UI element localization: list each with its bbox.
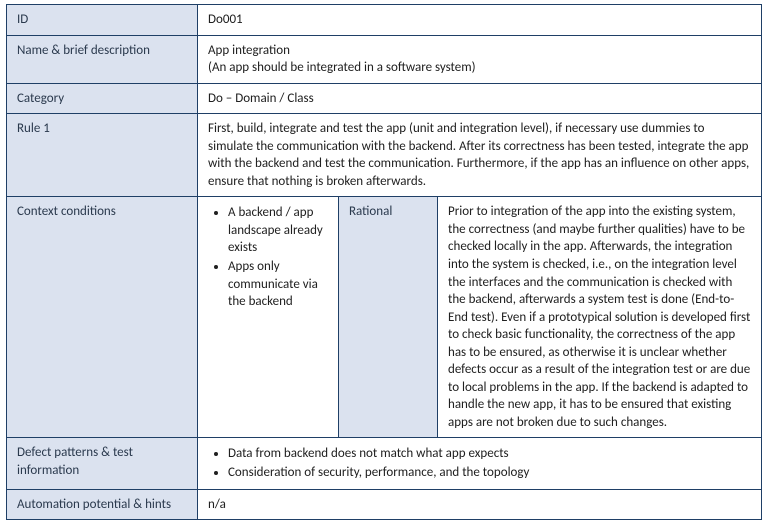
row-category: Category Do – Domain / Class bbox=[7, 83, 762, 114]
context-item: A backend / app landscape already exists bbox=[228, 204, 328, 257]
label-id: ID bbox=[7, 5, 198, 36]
row-defect: Defect patterns & test information Data … bbox=[7, 438, 762, 489]
value-context-conditions: A backend / app landscape already exists… bbox=[198, 197, 339, 438]
label-rule1: Rule 1 bbox=[7, 114, 198, 197]
value-automation: n/a bbox=[198, 489, 762, 520]
value-rule1: First, build, integrate and test the app… bbox=[198, 114, 762, 197]
label-rational: Rational bbox=[339, 197, 438, 438]
spec-table: ID Do001 Name & brief description App in… bbox=[6, 4, 762, 520]
label-automation: Automation potential & hints bbox=[7, 489, 198, 520]
value-name: App integration bbox=[208, 43, 290, 58]
defect-item: Consideration of security, performance, … bbox=[228, 464, 751, 482]
value-rational: Prior to integration of the app into the… bbox=[438, 197, 762, 438]
label-context: Context conditions bbox=[7, 197, 198, 438]
label-defect: Defect patterns & test information bbox=[7, 438, 198, 489]
row-id: ID Do001 bbox=[7, 5, 762, 36]
value-defect: Data from backend does not match what ap… bbox=[198, 438, 762, 489]
value-id: Do001 bbox=[198, 5, 762, 36]
defect-item: Data from backend does not match what ap… bbox=[228, 445, 751, 463]
defect-list: Data from backend does not match what ap… bbox=[208, 445, 751, 481]
label-category: Category bbox=[7, 83, 198, 114]
context-item: Apps only communicate via the backend bbox=[228, 258, 328, 311]
row-automation: Automation potential & hints n/a bbox=[7, 489, 762, 520]
value-name-paren: (An app should be integrated in a softwa… bbox=[208, 59, 751, 77]
value-name-desc: App integration (An app should be integr… bbox=[198, 35, 762, 83]
row-name-desc: Name & brief description App integration… bbox=[7, 35, 762, 83]
context-list: A backend / app landscape already exists… bbox=[208, 204, 328, 310]
label-name-desc: Name & brief description bbox=[7, 35, 198, 83]
row-rule1: Rule 1 First, build, integrate and test … bbox=[7, 114, 762, 197]
value-category: Do – Domain / Class bbox=[198, 83, 762, 114]
row-context: Context conditions A backend / app lands… bbox=[7, 197, 762, 438]
